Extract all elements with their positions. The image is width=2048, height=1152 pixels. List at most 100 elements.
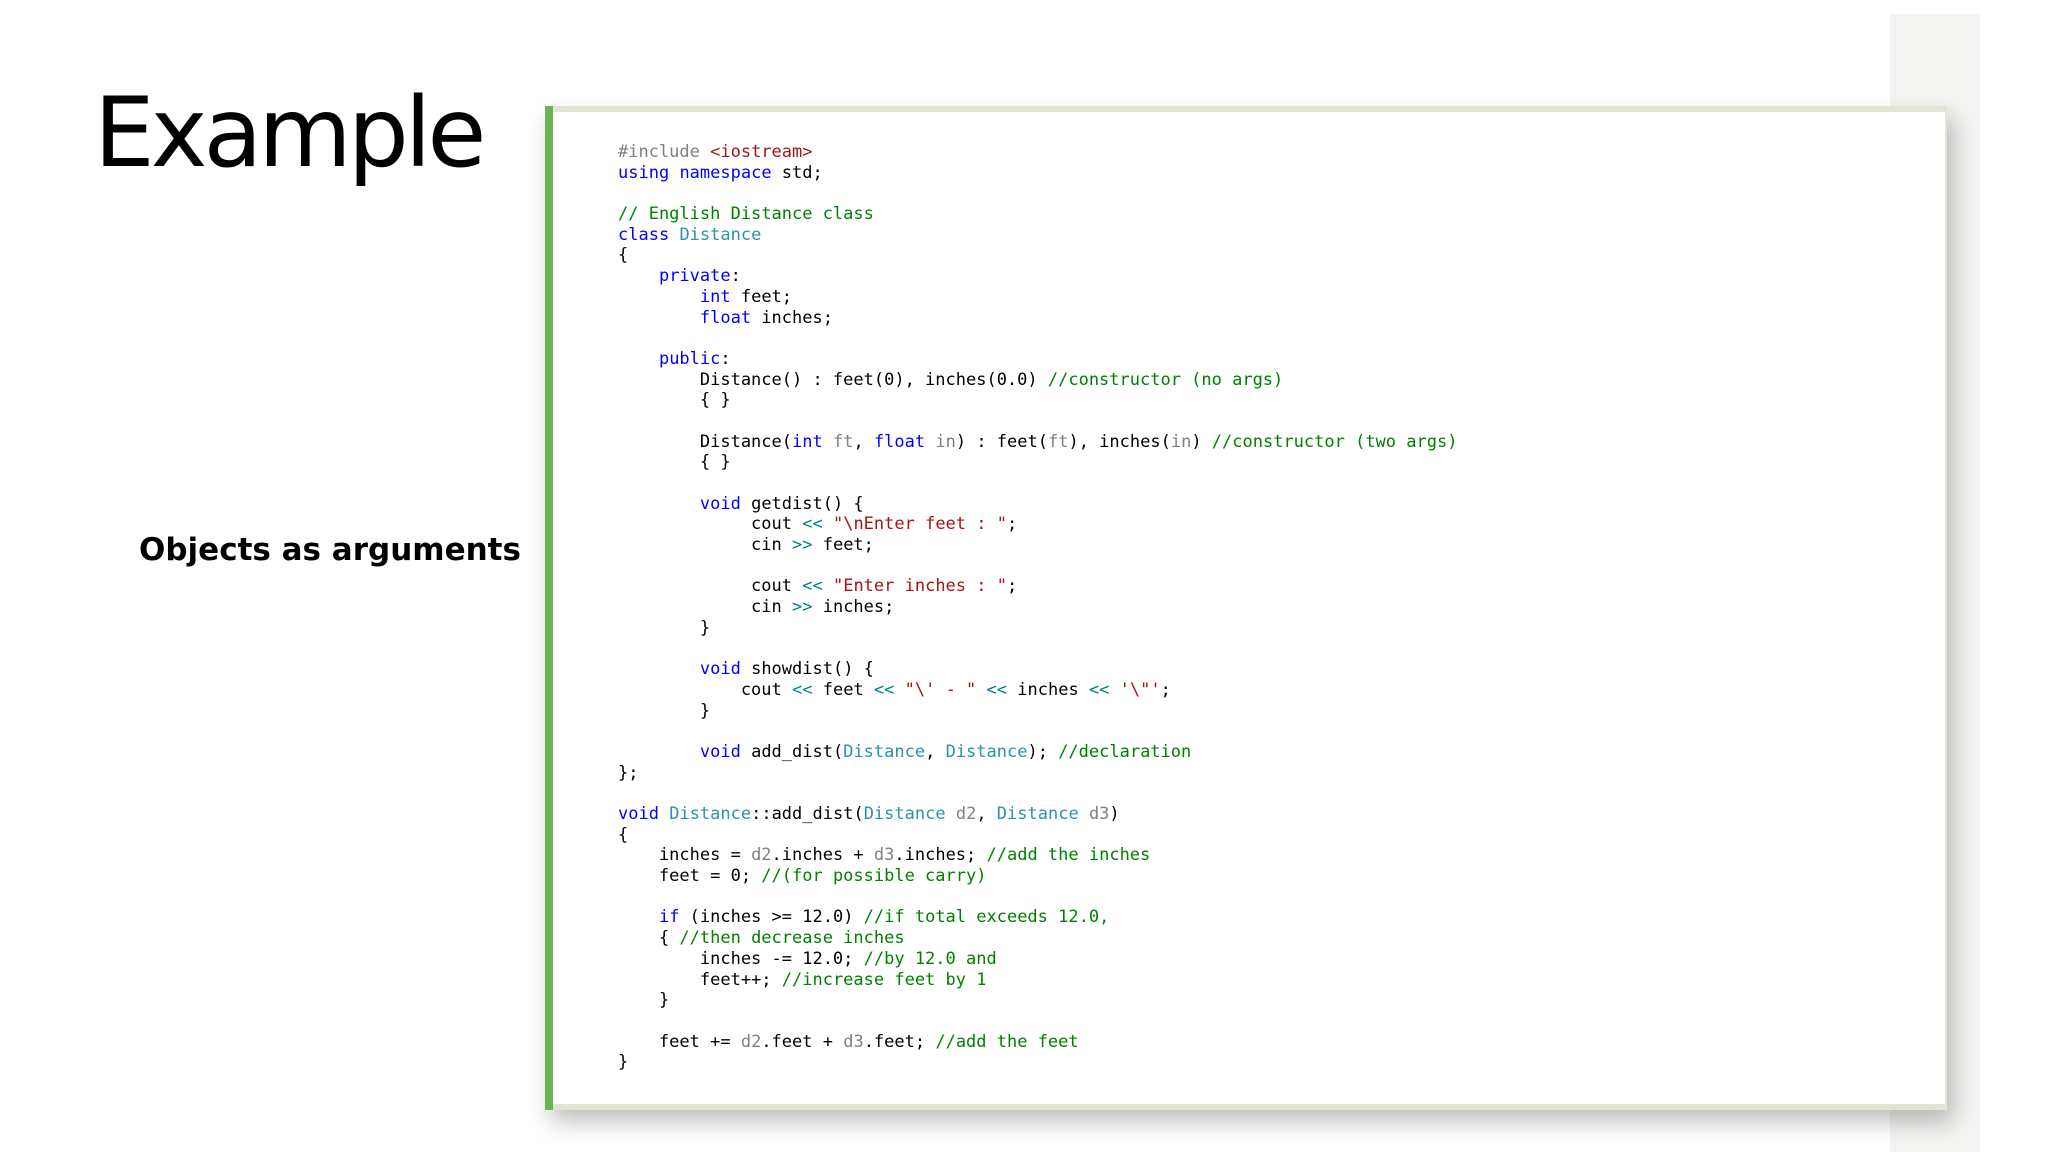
code-token-comment: //add the inches — [986, 845, 1151, 866]
code-token-keyword: namespace — [679, 162, 772, 183]
code-token: ::add_dist( — [751, 804, 864, 824]
code-token: cin — [618, 597, 792, 618]
code-token-keyword: void — [699, 741, 741, 762]
code-token-comment: //increase feet by 1 — [781, 969, 987, 990]
code-line: } — [618, 1052, 1457, 1073]
code-token-parameter: in — [935, 431, 956, 452]
code-token-type-name: Distance — [863, 804, 946, 824]
code-token-comment: //(for possible carry) — [761, 866, 987, 887]
code-token: feet — [812, 679, 874, 700]
code-token: { } — [618, 452, 731, 473]
code-token-keyword: void — [618, 804, 659, 824]
code-line: inches = d2.inches + d3.inches; //add th… — [618, 845, 1457, 866]
code-token-parameter: d2 — [955, 804, 977, 824]
code-line: cin >> feet; — [618, 535, 1457, 556]
code-line: feet++; //increase feet by 1 — [618, 970, 1457, 991]
slide-title: Example — [94, 77, 486, 189]
code-token-operator: << — [802, 514, 823, 535]
code-line: } — [618, 990, 1457, 1011]
code-line: feet += d2.feet + d3.feet; //add the fee… — [618, 1032, 1457, 1053]
code-token: inches = — [618, 845, 752, 866]
code-line: #include <iostream> — [618, 142, 1457, 163]
code-token-preprocessor: #include — [618, 142, 711, 162]
code-token: .feet; — [863, 1031, 936, 1052]
code-token-comment: //then decrease inches — [679, 928, 905, 949]
code-block: #include <iostream> using namespace std; /… — [545, 106, 1947, 1110]
code-token-operator: >> — [792, 535, 813, 556]
code-token-string-literal: "\' - " — [904, 679, 977, 700]
code-token: inches; — [751, 307, 833, 328]
code-token: .feet + — [761, 1031, 844, 1052]
code-token: cin — [618, 535, 792, 556]
code-line: feet = 0; //(for possible carry) — [618, 866, 1457, 887]
code-token-keyword: public — [658, 348, 721, 369]
code-token-parameter: in — [1170, 431, 1192, 452]
code-token: ), inches( — [1068, 431, 1171, 452]
code-token-string-literal: <iostream> — [710, 142, 813, 162]
code-token-comment: //declaration — [1058, 741, 1192, 762]
code-line: cin >> inches; — [618, 597, 1457, 618]
code-token: feet; — [730, 286, 793, 307]
code-token: } — [618, 700, 711, 721]
code-token-keyword: private — [658, 266, 731, 287]
code-token: inches -= 12.0; — [618, 948, 864, 969]
code-token-keyword: void — [699, 659, 741, 680]
code-token-keyword: float — [873, 431, 926, 452]
code-token-comment: // English Distance class — [618, 204, 874, 225]
code-token-parameter: ft — [832, 431, 854, 452]
code-token-string-literal: "\nEnter feet : " — [832, 514, 1007, 535]
code-line: void Distance::add_dist(Distance d2, Dis… — [618, 804, 1457, 825]
code-token: .inches; — [894, 845, 987, 866]
code-token: showdist() { — [740, 659, 874, 680]
code-token-comment: //constructor (two args) — [1211, 431, 1458, 452]
code-line: void showdist() { — [618, 659, 1457, 680]
code-token: , — [853, 431, 874, 452]
code-token: } — [618, 990, 670, 1011]
code-token-parameter: d3 — [873, 845, 895, 866]
code-token-operator: << — [802, 576, 823, 597]
code-listing: #include <iostream> using namespace std; /… — [618, 142, 1457, 1073]
code-token: : — [730, 266, 741, 287]
code-token-operator: << — [792, 679, 813, 700]
code-token: (inches >= 12.0) — [679, 907, 864, 928]
code-token-parameter: d3 — [843, 1031, 864, 1052]
code-token: add_dist( — [740, 741, 844, 762]
code-token: Distance( — [618, 431, 792, 452]
code-token: { — [618, 928, 680, 949]
code-token-parameter: d2 — [751, 845, 772, 866]
code-token: feet; — [812, 535, 874, 556]
code-token: { } — [618, 390, 731, 411]
code-line: } — [618, 618, 1457, 639]
code-line: private: — [618, 266, 1457, 287]
code-token: ; — [1006, 576, 1018, 597]
code-token: Distance() : feet(0), inches(0.0) — [618, 369, 1048, 390]
code-token-string-literal: "Enter inches : " — [832, 576, 1007, 597]
code-token: ; — [1160, 679, 1171, 700]
code-token-comment: //by 12.0 and — [863, 948, 997, 969]
code-token-type-name: Distance — [679, 224, 762, 245]
code-token: feet++; — [618, 969, 782, 990]
code-token-type-name: Distance — [996, 804, 1079, 824]
code-token: std; — [771, 162, 823, 183]
code-line: float inches; — [618, 308, 1457, 329]
code-token: .inches + — [771, 845, 874, 866]
code-token: feet = 0; — [618, 866, 762, 887]
code-token-comment: //constructor (no args) — [1047, 369, 1284, 390]
